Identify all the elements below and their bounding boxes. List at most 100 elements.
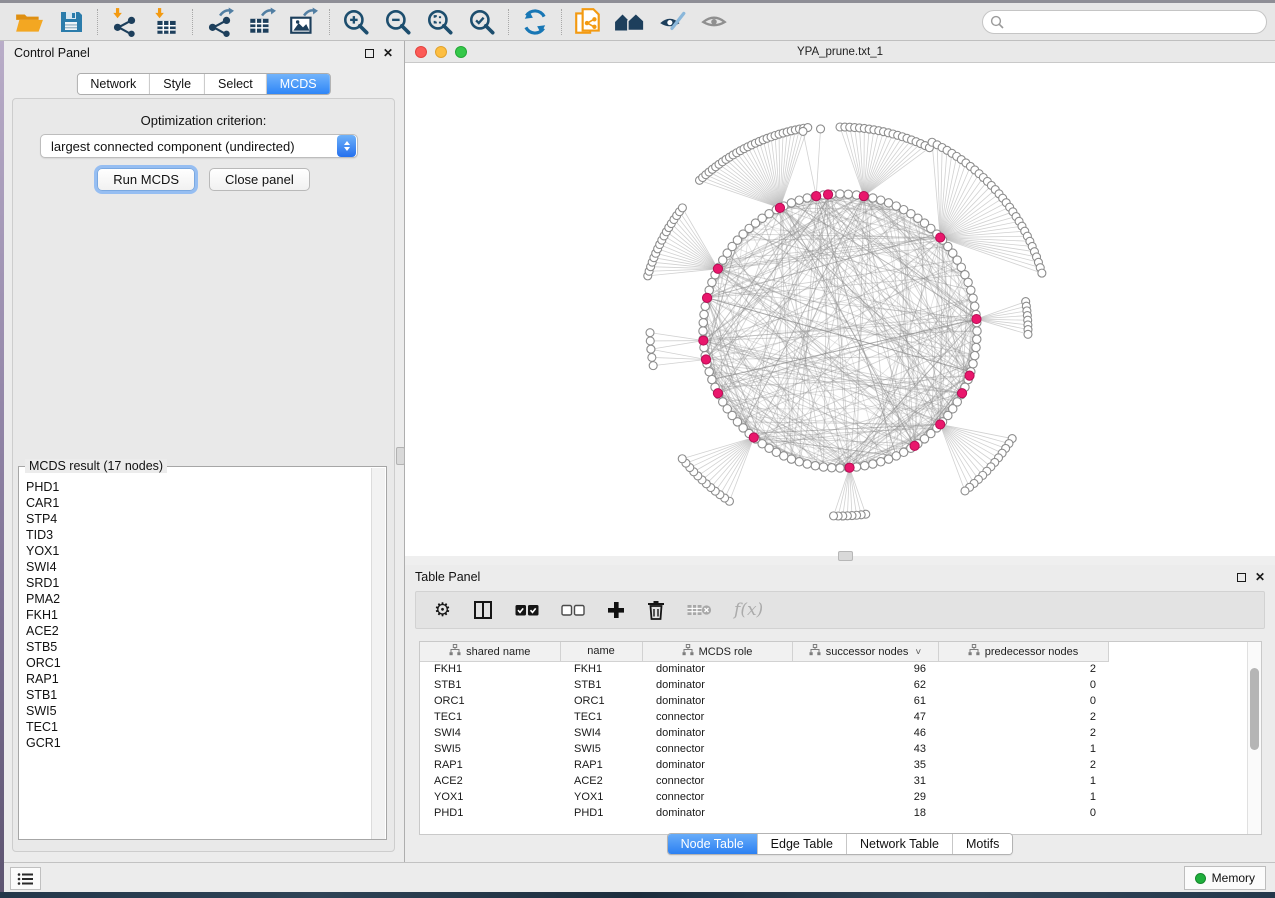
deselect-all-columns-icon[interactable] [561, 604, 585, 617]
tab-network[interactable]: Network [77, 74, 149, 94]
mcds-node-item[interactable]: GCR1 [26, 735, 372, 751]
float-table-panel-icon[interactable] [1237, 573, 1246, 582]
import-network-icon[interactable] [103, 6, 145, 38]
app-window: Control Panel ✕ NetworkStyleSelectMCDS O… [0, 0, 1275, 898]
desktop-wallpaper-left [0, 41, 4, 898]
mcds-node-item[interactable]: TEC1 [26, 719, 372, 735]
save-session-icon[interactable] [50, 6, 92, 38]
mcds-node-item[interactable]: YOX1 [26, 543, 372, 559]
mcds-list-scrollbar[interactable] [371, 468, 385, 839]
table-cell: YOX1 [560, 789, 642, 805]
mcds-node-item[interactable]: ORC1 [26, 655, 372, 671]
table-row[interactable]: ACE2ACE2connector311 [420, 773, 1108, 789]
run-mcds-button[interactable]: Run MCDS [97, 168, 195, 191]
clone-network-icon[interactable] [567, 6, 609, 38]
table-row[interactable]: SWI4SWI4dominator462 [420, 725, 1108, 741]
hide-graphics-icon[interactable] [651, 6, 693, 38]
table-cell: ORC1 [420, 693, 560, 709]
table-row[interactable]: FKH1FKH1dominator962 [420, 661, 1108, 677]
mcds-node-item[interactable]: SWI4 [26, 559, 372, 575]
table-cell: TEC1 [420, 709, 560, 725]
show-graphics-icon[interactable] [693, 6, 735, 38]
table-scrollbar-thumb[interactable] [1250, 668, 1259, 750]
split-view-icon[interactable] [473, 600, 493, 620]
tab-motifs[interactable]: Motifs [952, 834, 1012, 854]
export-image-icon[interactable] [282, 6, 324, 38]
close-panel-button[interactable]: Close panel [209, 168, 310, 191]
mcds-node-item[interactable]: ACE2 [26, 623, 372, 639]
table-row[interactable]: TEC1TEC1connector472 [420, 709, 1108, 725]
network-view-window: YPA_prune.txt_1 [405, 41, 1275, 556]
zoom-in-icon[interactable] [335, 6, 377, 38]
mcds-result-list: PHD1CAR1STP4TID3YOX1SWI4SRD1PMA2FKH1ACE2… [20, 477, 372, 839]
column-header[interactable]: successor nodes˅ [792, 642, 938, 661]
table-row[interactable]: STB1STB1dominator620 [420, 677, 1108, 693]
table-settings-icon[interactable]: ⚙ [434, 601, 451, 620]
export-table-icon[interactable] [240, 6, 282, 38]
search-input[interactable] [982, 10, 1267, 34]
main-toolbar [0, 3, 1275, 41]
mcds-node-item[interactable]: TID3 [26, 527, 372, 543]
tab-edge-table[interactable]: Edge Table [757, 834, 846, 854]
memory-button[interactable]: Memory [1184, 866, 1266, 890]
home-view-icon[interactable] [609, 6, 651, 38]
column-header[interactable]: shared name [420, 642, 560, 661]
selected-option-label: largest connected component (undirected) [41, 139, 337, 154]
tab-mcds[interactable]: MCDS [266, 74, 330, 94]
table-cell: STB1 [420, 677, 560, 693]
optimization-criterion-select[interactable]: largest connected component (undirected) [40, 134, 358, 158]
table-row[interactable]: RAP1RAP1dominator352 [420, 757, 1108, 773]
float-panel-icon[interactable] [365, 49, 374, 58]
mcds-node-item[interactable]: RAP1 [26, 671, 372, 687]
mcds-node-item[interactable]: PMA2 [26, 591, 372, 607]
add-column-icon[interactable] [607, 601, 625, 619]
mcds-node-item[interactable]: PHD1 [26, 479, 372, 495]
table-panel: Table Panel ✕ ⚙ [405, 565, 1275, 862]
network-titlebar[interactable]: YPA_prune.txt_1 [405, 41, 1275, 63]
mcds-node-item[interactable]: SWI5 [26, 703, 372, 719]
close-table-panel-icon[interactable]: ✕ [1255, 571, 1265, 583]
show-log-button[interactable] [10, 867, 41, 890]
mcds-node-item[interactable]: CAR1 [26, 495, 372, 511]
panel-divider-handle[interactable] [396, 447, 405, 465]
table-row[interactable]: ORC1ORC1dominator610 [420, 693, 1108, 709]
table-row[interactable]: YOX1YOX1connector291 [420, 789, 1108, 805]
column-header[interactable]: name [560, 642, 642, 661]
table-scrollbar[interactable] [1247, 642, 1261, 834]
select-all-columns-icon[interactable] [515, 604, 539, 617]
horizontal-divider-handle[interactable] [838, 551, 853, 561]
mcds-node-item[interactable]: STB1 [26, 687, 372, 703]
column-header[interactable]: predecessor nodes [938, 642, 1108, 661]
node-table-header-row: shared namenameMCDS rolesuccessor nodes˅… [420, 642, 1108, 661]
export-network-icon[interactable] [198, 6, 240, 38]
mcds-node-item[interactable]: STB5 [26, 639, 372, 655]
table-row[interactable]: SWI5SWI5connector431 [420, 741, 1108, 757]
tab-select[interactable]: Select [204, 74, 266, 94]
refresh-icon[interactable] [514, 6, 556, 38]
table-cell: ACE2 [420, 773, 560, 789]
delete-columns-icon[interactable] [647, 600, 665, 620]
mcds-node-item[interactable]: SRD1 [26, 575, 372, 591]
node-table: shared namenameMCDS rolesuccessor nodes˅… [419, 641, 1262, 835]
table-row[interactable]: PHD1PHD1dominator180 [420, 805, 1108, 821]
clear-table-icon [687, 602, 712, 618]
table-cell: 43 [792, 741, 938, 757]
close-panel-icon[interactable]: ✕ [383, 47, 393, 59]
tab-style[interactable]: Style [149, 74, 204, 94]
zoom-fit-icon[interactable] [419, 6, 461, 38]
table-cell: SWI5 [560, 741, 642, 757]
mcds-node-item[interactable]: FKH1 [26, 607, 372, 623]
column-header[interactable]: MCDS role [642, 642, 792, 661]
table-cell: PHD1 [560, 805, 642, 821]
tab-network-table[interactable]: Network Table [846, 834, 952, 854]
zoom-selected-icon[interactable] [461, 6, 503, 38]
mcds-node-item[interactable]: STP4 [26, 511, 372, 527]
network-canvas[interactable] [405, 63, 1275, 556]
open-session-icon[interactable] [8, 6, 50, 38]
table-cell: 2 [938, 725, 1108, 741]
table-cell: ACE2 [560, 773, 642, 789]
zoom-out-icon[interactable] [377, 6, 419, 38]
tab-node-table[interactable]: Node Table [668, 834, 757, 854]
import-table-icon[interactable] [145, 6, 187, 38]
table-cell: dominator [642, 661, 792, 677]
